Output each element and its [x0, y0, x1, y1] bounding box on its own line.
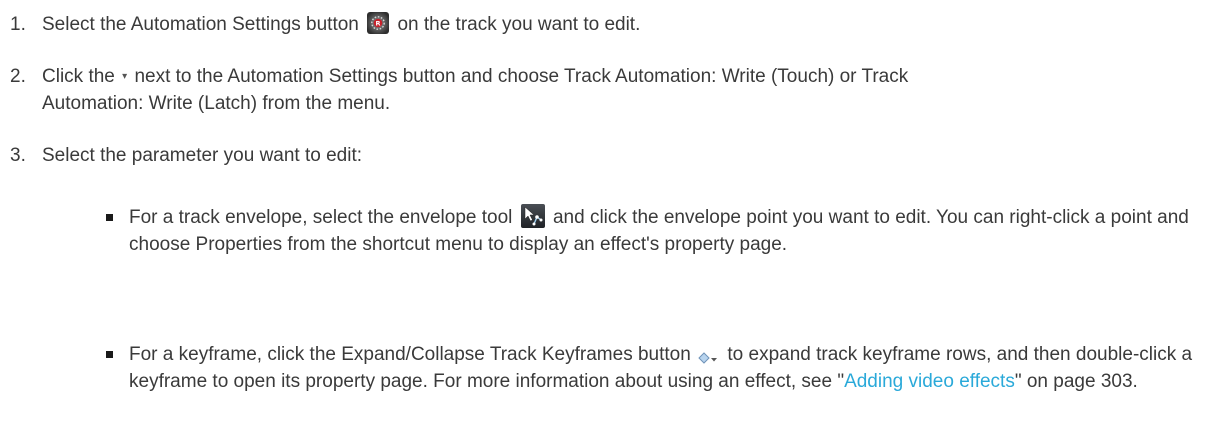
svg-text:R: R	[376, 20, 381, 28]
step-text: Click the	[42, 66, 121, 87]
step-number: 3.	[10, 145, 26, 166]
step-3: 3. Select the parameter you want to edit:	[10, 142, 1215, 169]
step-text: Select the parameter you want to edit:	[42, 145, 363, 166]
step-text-continued: on the track you want to edit.	[392, 14, 641, 35]
bullet-item-keyframe: For a keyframe, click the Expand/Collaps…	[106, 341, 1218, 395]
bullet-marker	[106, 351, 113, 358]
step-number: 2.	[10, 66, 26, 87]
step-2: 2. Click the ▾ next to the Automation Set…	[10, 63, 1215, 117]
bullet-text: For a keyframe, click the Expand/Collaps…	[129, 344, 691, 365]
keyframes-expand-icon	[698, 347, 720, 364]
bullet-marker	[106, 214, 113, 221]
dropdown-caret-icon: ▾	[122, 71, 128, 83]
step-text-continued: next to the Automation Settings button a…	[129, 66, 909, 87]
automation-settings-icon: R	[367, 11, 390, 34]
bullet-text-tail: " on page 303.	[1014, 371, 1138, 392]
step-1: 1. Select the Automation Settings button …	[10, 11, 1215, 38]
step-text: Select the Automation Settings button	[42, 14, 359, 35]
bullet-item-track-envelope: For a track envelope, select the envelop…	[106, 203, 1218, 258]
step-text-line2: Automation: Write (Latch) from the menu.	[42, 93, 391, 115]
step-number: 1.	[10, 14, 26, 35]
adding-video-effects-link[interactable]: Adding video effects	[844, 371, 1015, 392]
bullet-text: For a track envelope, select the envelop…	[129, 207, 513, 228]
envelope-tool-icon	[520, 203, 545, 228]
